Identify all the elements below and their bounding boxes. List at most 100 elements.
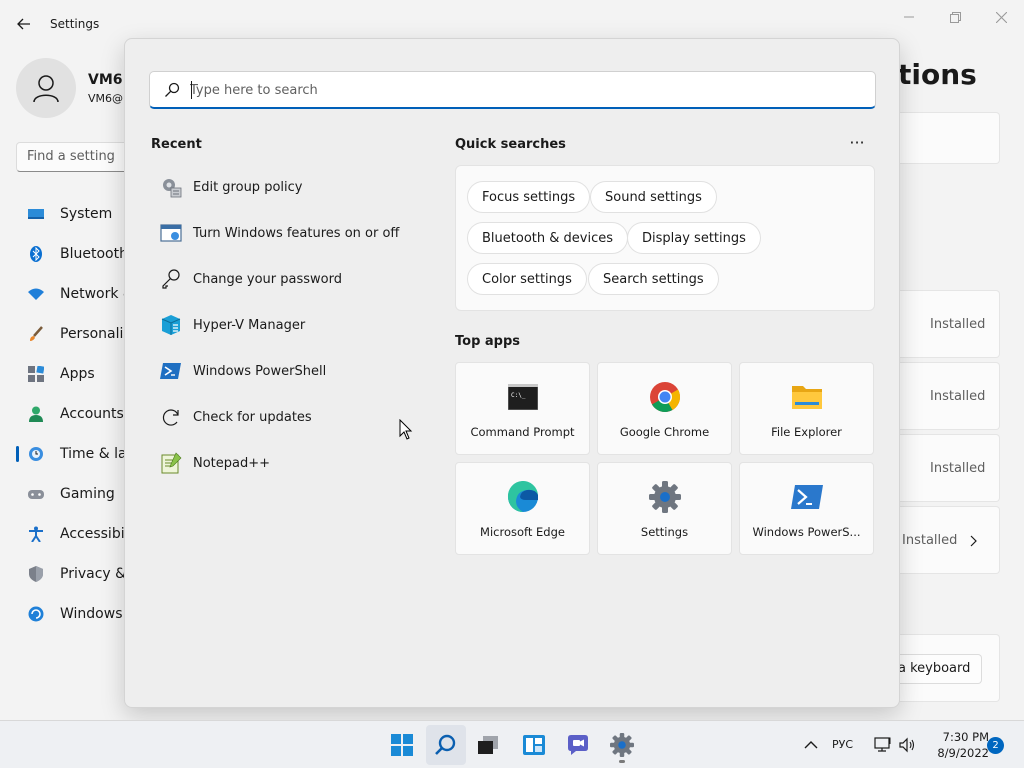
page-title: tions — [898, 58, 977, 91]
chevron-right-icon — [970, 535, 977, 547]
recent-item-label: Notepad++ — [193, 455, 271, 471]
add-keyboard-button[interactable]: a keyboard — [898, 654, 982, 684]
recent-item-notepad-plus[interactable]: Notepad++ — [151, 440, 421, 486]
widgets-icon — [523, 735, 545, 755]
key-icon — [159, 267, 183, 291]
status-installed: Installed — [930, 461, 986, 476]
chevron-up-icon[interactable] — [802, 737, 820, 753]
notepad-plus-icon — [159, 451, 183, 475]
settings-taskbar-button[interactable] — [602, 725, 642, 765]
powershell-icon — [159, 359, 183, 383]
close-icon — [995, 11, 1007, 23]
start-button[interactable] — [382, 725, 422, 765]
settings-card[interactable] — [898, 112, 1000, 164]
task-view-button[interactable] — [468, 725, 508, 765]
close-button[interactable] — [989, 8, 1013, 26]
apps-icon — [28, 366, 44, 382]
recent-item-label: Edit group policy — [193, 179, 303, 195]
recent-item-check-updates[interactable]: Check for updates — [151, 394, 421, 440]
clock[interactable]: 7:30 PM 8/9/2022 — [925, 729, 989, 761]
folder-icon — [791, 381, 823, 413]
recent-item-label: Hyper-V Manager — [193, 317, 306, 333]
chat-button[interactable] — [558, 725, 598, 765]
update-icon — [28, 606, 44, 622]
back-button[interactable] — [14, 14, 34, 34]
recent-heading: Recent — [151, 137, 202, 152]
quick-search-chip[interactable]: Search settings — [588, 263, 719, 295]
clock-date: 8/9/2022 — [937, 746, 989, 760]
recent-item-label: Windows PowerShell — [193, 363, 327, 379]
notification-badge[interactable]: 2 — [987, 737, 1004, 754]
refresh-icon — [159, 405, 183, 429]
restore-icon — [949, 11, 961, 23]
powershell-icon — [790, 481, 823, 513]
app-tile-file-explorer[interactable]: File Explorer — [739, 362, 874, 455]
quick-search-chip[interactable]: Bluetooth & devices — [467, 222, 628, 254]
app-tile-google-chrome[interactable]: Google Chrome — [597, 362, 732, 455]
app-label: Google Chrome — [619, 425, 710, 439]
recent-item-windows-features[interactable]: Turn Windows features on or off — [151, 210, 421, 256]
svg-text:C:\_: C:\_ — [511, 392, 526, 399]
nav-label: Gaming — [60, 486, 115, 502]
accessibility-icon — [29, 526, 43, 542]
app-tile-command-prompt[interactable]: C:\_ Command Prompt — [455, 362, 590, 455]
wifi-icon — [28, 288, 44, 300]
language-card[interactable]: Installed — [898, 362, 1000, 430]
status-installed: Installed — [902, 533, 958, 548]
nav-label: Accounts — [60, 406, 124, 422]
volume-icon[interactable] — [898, 736, 916, 754]
nav-label: Network & — [60, 286, 134, 302]
network-icon[interactable] — [874, 736, 892, 754]
clock-globe-icon — [29, 447, 43, 461]
search-input[interactable] — [190, 78, 860, 102]
taskbar: РУС 7:30 PM 8/9/2022 2 — [0, 720, 1024, 768]
status-installed: Installed — [930, 389, 986, 404]
search-taskbar-button[interactable] — [426, 725, 466, 765]
quick-search-chip[interactable]: Sound settings — [590, 181, 717, 213]
person-icon — [33, 75, 59, 103]
app-tile-microsoft-edge[interactable]: Microsoft Edge — [455, 462, 590, 555]
search-panel: Recent Edit group policy Turn Windows fe… — [124, 38, 900, 708]
recent-item-label: Turn Windows features on or off — [193, 225, 400, 241]
minimize-button[interactable] — [897, 8, 921, 26]
app-tile-windows-powershell[interactable]: Windows PowerS... — [739, 462, 874, 555]
status-installed: Installed — [930, 317, 986, 332]
running-indicator — [619, 760, 625, 763]
text-caret — [191, 81, 192, 99]
quick-search-chip[interactable]: Focus settings — [467, 181, 591, 213]
recent-item-powershell[interactable]: Windows PowerShell — [151, 348, 421, 394]
search-icon — [165, 82, 180, 97]
input-language[interactable]: РУС — [832, 738, 853, 751]
recent-item-hyperv[interactable]: Hyper-V Manager — [151, 302, 421, 348]
more-options-button[interactable]: ··· — [843, 133, 871, 153]
nav-label: Bluetooth — [60, 246, 128, 262]
nav-label: Accessibili — [60, 526, 133, 542]
language-card[interactable]: Installed — [898, 290, 1000, 358]
app-tile-settings[interactable]: Settings — [597, 462, 732, 555]
restore-button[interactable] — [943, 8, 967, 26]
quick-search-chip[interactable]: Color settings — [467, 263, 587, 295]
gamepad-icon — [28, 490, 44, 499]
avatar[interactable] — [16, 58, 76, 118]
quick-search-chip[interactable]: Display settings — [627, 222, 761, 254]
widgets-button[interactable] — [514, 725, 554, 765]
edge-icon — [507, 481, 539, 513]
quick-searches-heading: Quick searches — [455, 137, 566, 152]
recent-item-label: Change your password — [193, 271, 342, 287]
chrome-icon — [649, 381, 681, 413]
mouse-pointer-icon — [399, 419, 413, 440]
recent-item-group-policy[interactable]: Edit group policy — [151, 164, 421, 210]
recent-item-label: Check for updates — [193, 409, 312, 425]
language-card[interactable]: Installed — [898, 434, 1000, 502]
gear-icon — [648, 481, 681, 513]
app-label: Microsoft Edge — [480, 525, 565, 539]
app-title: Settings — [50, 17, 100, 31]
quick-searches-panel: Focus settings Sound settings Bluetooth … — [455, 165, 875, 311]
search-box[interactable] — [149, 71, 876, 109]
app-label: Settings — [640, 525, 689, 539]
hyperv-icon — [159, 313, 183, 337]
top-apps-heading: Top apps — [455, 334, 521, 349]
profile-name: VM6 — [88, 72, 123, 88]
language-card[interactable]: Installed — [898, 506, 1000, 574]
recent-item-password[interactable]: Change your password — [151, 256, 421, 302]
